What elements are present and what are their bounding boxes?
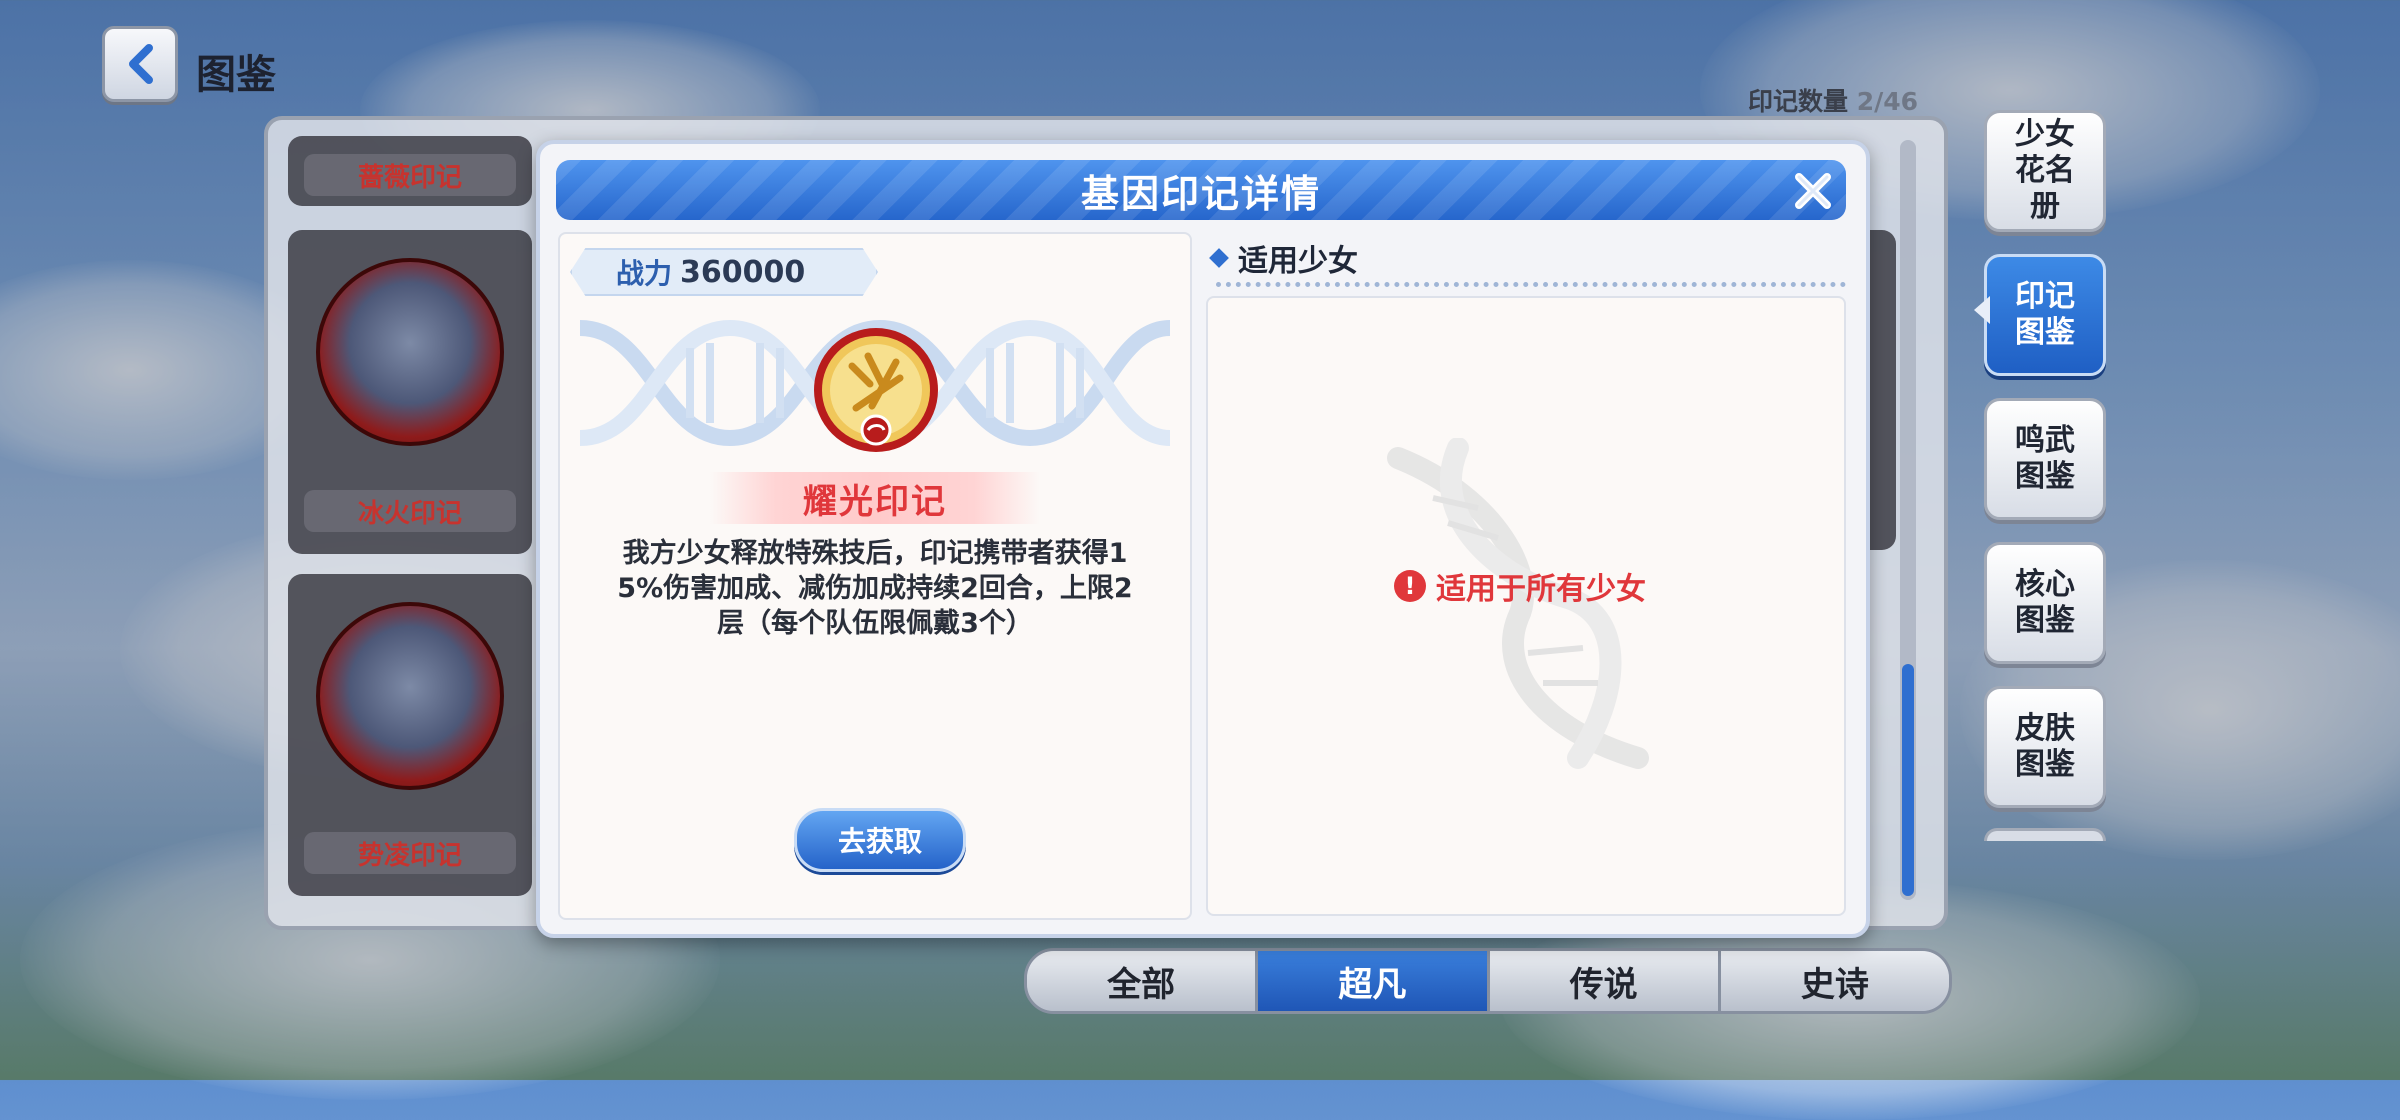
rarity-tabs: 全部 超凡 传说 史诗 — [1024, 948, 1952, 1014]
applicable-header: 适用少女 — [1209, 238, 1358, 279]
side-tab-label: 少女花名册 — [2015, 117, 2075, 224]
description-line: 5%伤害加成、减伤加成持续2回合，上限2 — [617, 573, 1133, 604]
mark-card-name: 势凌印记 — [304, 832, 516, 874]
diamond-bullet-icon — [1209, 248, 1229, 268]
dotted-divider — [1216, 282, 1846, 287]
applicable-message-row: ! 适用于所有少女 — [1394, 564, 1646, 608]
mark-card-name: 蔷薇印记 — [304, 154, 516, 196]
tab-transcendent[interactable]: 超凡 — [1258, 951, 1490, 1011]
mark-detail-modal: 基因印记详情 战力 360000 耀光印记 我方少女释放特殊技后，印记携带者获得… — [536, 140, 1870, 938]
dna-watermark-icon — [1387, 438, 1649, 769]
mark-name-banner: 耀光印记 — [710, 472, 1040, 524]
tab-all[interactable]: 全部 — [1027, 951, 1259, 1011]
side-tab-label: 印记图鉴 — [2015, 279, 2075, 350]
page-title: 图鉴 — [196, 52, 276, 98]
close-icon — [1795, 173, 1831, 209]
side-tab-girl-roster[interactable]: 少女花名册 — [1984, 110, 2106, 232]
applicable-message: 适用于所有少女 — [1436, 572, 1646, 607]
mark-card[interactable]: 冰火印记 — [288, 230, 532, 554]
mark-count-label: 印记数量 — [1748, 87, 1849, 116]
mark-count-value: 2/46 — [1856, 87, 1919, 116]
mark-count: 印记数量 2/46 — [1748, 82, 1918, 118]
warning-icon: ! — [1394, 570, 1426, 602]
back-button[interactable] — [102, 26, 178, 102]
power-value: 360000 — [680, 254, 806, 290]
applicable-title: 适用少女 — [1238, 244, 1358, 279]
side-tab-weapon-catalog[interactable]: 鸣武图鉴 — [1984, 398, 2106, 520]
side-tab-core-catalog[interactable]: 核心图鉴 — [1984, 542, 2106, 664]
mark-card[interactable]: 势凌印记 — [288, 574, 532, 896]
side-tab-label: 核心图鉴 — [2015, 567, 2075, 638]
side-tab-label: 鸣武图鉴 — [2015, 423, 2075, 494]
close-button[interactable] — [1790, 168, 1836, 214]
mark-emblem-icon — [316, 258, 504, 446]
side-tab-partial[interactable] — [1984, 828, 2106, 841]
side-tab-mark-catalog[interactable]: 印记图鉴 — [1984, 254, 2106, 376]
mark-name: 耀光印记 — [803, 481, 947, 522]
mark-card-name: 冰火印记 — [304, 490, 516, 532]
mark-info-pane: 战力 360000 耀光印记 我方少女释放特殊技后，印记携带者获得1 5%伤害加… — [558, 232, 1192, 920]
modal-title: 基因印记详情 — [1080, 171, 1321, 216]
chevron-left-icon — [129, 44, 153, 84]
power-label: 战力 — [616, 257, 673, 290]
description-line: 我方少女释放特殊技后，印记携带者获得1 — [622, 538, 1128, 569]
radiance-mark-emblem-icon — [814, 328, 938, 452]
side-tab-skin-catalog[interactable]: 皮肤图鉴 — [1984, 686, 2106, 808]
applicable-girls-pane: 适用少女 ! 适用于所有少女 — [1204, 232, 1846, 916]
applicable-girls-box: ! 适用于所有少女 — [1206, 296, 1846, 916]
power-tag: 战力 360000 — [570, 248, 878, 296]
mark-emblem-icon — [316, 602, 504, 790]
side-tab-label: 皮肤图鉴 — [2015, 711, 2075, 782]
description-line: 层（每个队伍限佩戴3个） — [717, 608, 1033, 639]
tab-legendary[interactable]: 传说 — [1489, 951, 1721, 1011]
active-indicator-arrow — [1974, 296, 1990, 324]
obtain-button[interactable]: 去获取 — [794, 808, 966, 872]
modal-header: 基因印记详情 — [556, 160, 1846, 220]
mark-card[interactable]: 蔷薇印记 — [288, 136, 532, 206]
mark-description: 我方少女释放特殊技后，印记携带者获得1 5%伤害加成、减伤加成持续2回合，上限2… — [600, 536, 1150, 641]
list-scrollbar-thumb[interactable] — [1902, 664, 1914, 896]
tab-epic[interactable]: 史诗 — [1720, 951, 1949, 1011]
